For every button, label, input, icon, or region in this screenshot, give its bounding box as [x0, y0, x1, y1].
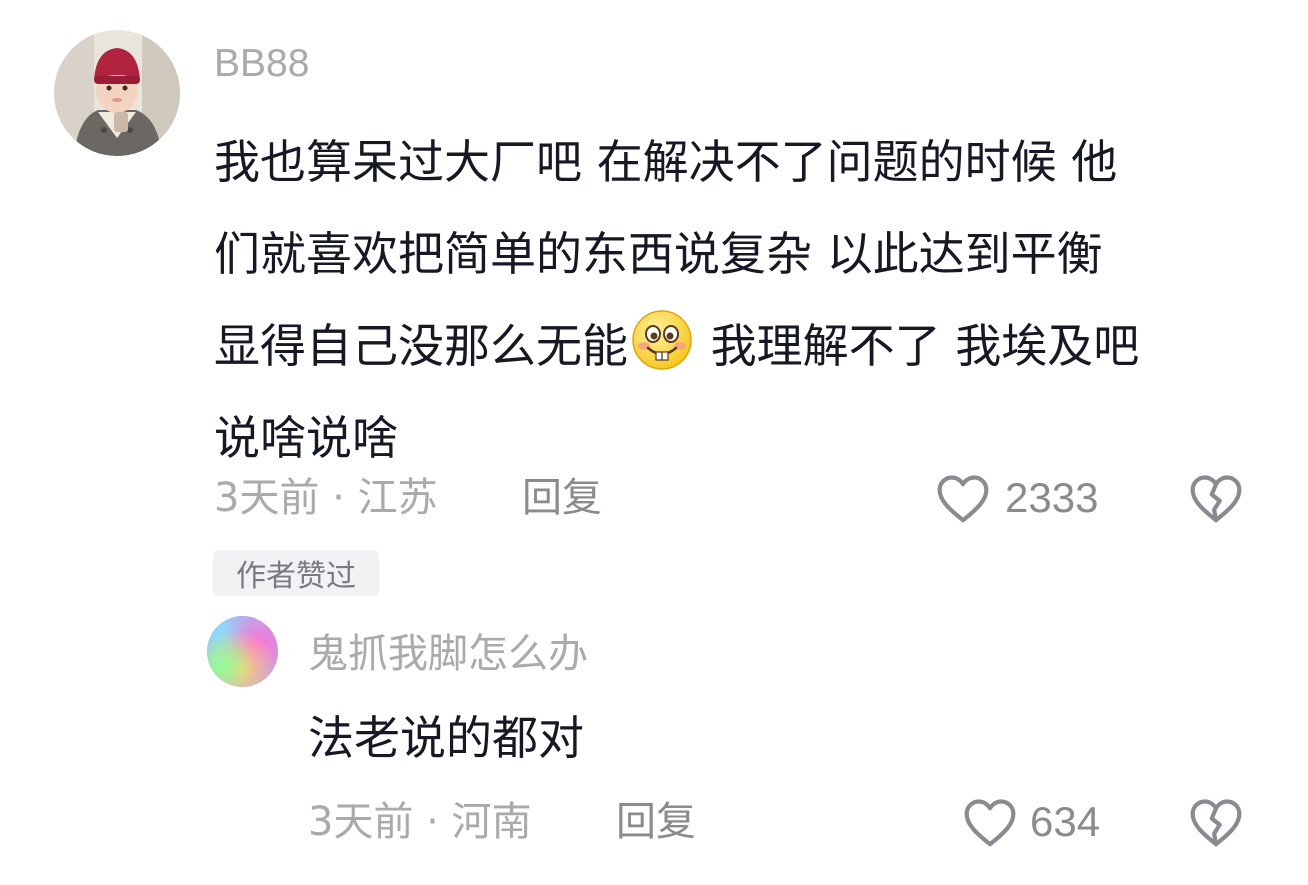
- reply-username[interactable]: 鬼抓我脚怎么办: [308, 628, 588, 680]
- reply-text: 法老说的都对: [308, 711, 584, 765]
- reply-reply-button[interactable]: 回复: [616, 796, 696, 848]
- reply-button[interactable]: 回复: [522, 472, 602, 524]
- reply-time-location: 3天前 · 河南: [308, 799, 532, 845]
- grinning-buck-tooth-emoji-icon: [632, 310, 692, 370]
- heart-outline-icon: [937, 475, 989, 523]
- comment-reply: 鬼抓我脚怎么办 法老说的都对 3天前 · 河南 回复 634: [0, 600, 1308, 885]
- author-liked-badge: 作者赞过: [213, 550, 379, 596]
- comment-text-line-4: 说啥说啥: [214, 411, 398, 465]
- reply-like-button[interactable]: 634: [962, 794, 1100, 850]
- reply-dislike-button[interactable]: [1188, 796, 1244, 852]
- comment-main: BB88 我也算呆过大厂吧 在解决不了问题的时候 他 们就喜欢把简单的东西说复杂…: [0, 0, 1308, 600]
- like-count: 2333: [1005, 474, 1099, 521]
- comment-text-line-3b: 我理解不了 我埃及吧: [696, 319, 1140, 373]
- comment-text-line-2: 们就喜欢把简单的东西说复杂 以此达到平衡: [214, 227, 1103, 281]
- like-button[interactable]: 2333: [935, 470, 1098, 526]
- reply-like-count: 634: [1030, 798, 1101, 845]
- comment-username[interactable]: BB88: [214, 40, 309, 88]
- dislike-button[interactable]: [1188, 472, 1244, 528]
- heart-outline-icon: [964, 799, 1016, 847]
- child-photo-avatar-image: [54, 30, 180, 156]
- reply-avatar[interactable]: [207, 616, 278, 687]
- comment-text: 我也算呆过大厂吧 在解决不了问题的时候 他 们就喜欢把简单的东西说复杂 以此达到…: [214, 116, 1274, 484]
- comment-text-line-1: 我也算呆过大厂吧 在解决不了问题的时候 他: [214, 135, 1118, 189]
- comment-time-location: 3天前 · 江苏: [214, 475, 438, 521]
- holographic-avatar-image: [207, 616, 278, 687]
- broken-heart-icon: [1190, 475, 1242, 523]
- comment-text-line-3a: 显得自己没那么无能: [214, 319, 628, 373]
- avatar[interactable]: [54, 30, 180, 156]
- broken-heart-icon: [1190, 799, 1242, 847]
- comment-text-line-3: 显得自己没那么无能 我理解不了 我埃及吧: [214, 300, 1274, 392]
